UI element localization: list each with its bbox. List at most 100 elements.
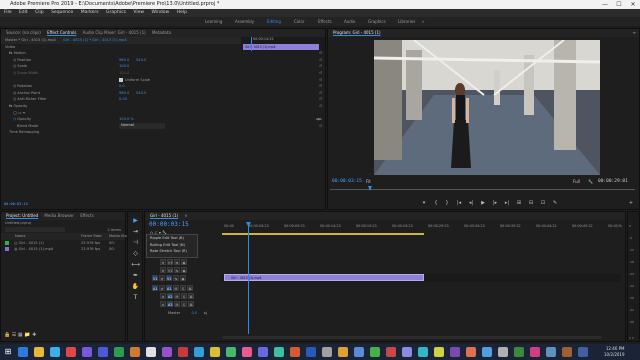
- opacity-section-row[interactable]: fx Opacity ↺: [1, 103, 325, 110]
- taskbar-app-icon[interactable]: [146, 347, 156, 357]
- reset-icon[interactable]: ↺: [319, 77, 322, 84]
- taskbar-app-icon[interactable]: [226, 347, 236, 357]
- track-lock-icon[interactable]: ⊘: [159, 275, 165, 281]
- ec-timecode[interactable]: 00:00:03:15: [4, 202, 28, 206]
- eye-icon[interactable]: ◉: [181, 259, 187, 265]
- zoom-fit-select[interactable]: Fit: [366, 179, 371, 184]
- taskbar-app-icon[interactable]: [514, 347, 524, 357]
- timeline-playhead[interactable]: [248, 222, 249, 334]
- taskbar-app-icon[interactable]: [274, 347, 284, 357]
- label-color-swatch[interactable]: [5, 240, 9, 245]
- timeline-tab[interactable]: Girl - 4015 (1): [150, 213, 178, 218]
- rectangle-mask-icon[interactable]: ▭: [18, 111, 21, 115]
- track-select-tool-icon[interactable]: ⇥: [131, 227, 140, 236]
- reset-icon[interactable]: ↺: [319, 57, 322, 64]
- anchor-x-value[interactable]: 960.0: [119, 90, 129, 97]
- track-label-a3[interactable]: A3: [167, 301, 173, 307]
- mute-button[interactable]: M: [174, 293, 180, 299]
- taskbar-app-icon[interactable]: [306, 347, 316, 357]
- motion-row[interactable]: fx Motion ↺: [1, 50, 325, 57]
- taskbar-app-icon[interactable]: [338, 347, 348, 357]
- reset-icon[interactable]: ↺: [319, 70, 322, 77]
- menu-file[interactable]: File: [4, 10, 12, 15]
- track-label-v2[interactable]: V2: [167, 267, 173, 273]
- ellipse-mask-icon[interactable]: ◯: [13, 111, 17, 115]
- workspace-assembly[interactable]: Assembly: [235, 17, 254, 26]
- taskbar-app-icon[interactable]: [530, 347, 540, 357]
- uniform-scale-checkbox[interactable]: [119, 78, 123, 82]
- timeline-timecode[interactable]: 00:00:03:15: [149, 221, 189, 228]
- track-lock-icon[interactable]: ⊘: [159, 285, 165, 291]
- taskbar-app-icon[interactable]: [98, 347, 108, 357]
- track-label-a2[interactable]: A2: [167, 293, 173, 299]
- settings-wrench-icon[interactable]: 🔧: [588, 179, 593, 184]
- solo-buttons[interactable]: S S: [629, 336, 634, 340]
- sync-lock-icon[interactable]: ⇆: [173, 275, 179, 281]
- voiceover-mic-icon[interactable]: ⌘: [188, 301, 194, 307]
- taskbar-app-icon[interactable]: [450, 347, 460, 357]
- column-frame-rate-header[interactable]: Frame Rate: [81, 233, 102, 240]
- track-lock-icon[interactable]: ⊘: [160, 293, 166, 299]
- taskbar-app-icon[interactable]: [66, 347, 76, 357]
- list-view-icon[interactable]: ☰: [12, 332, 16, 338]
- tab-effects[interactable]: Effects: [80, 213, 94, 218]
- stopwatch-icon[interactable]: ◷: [13, 97, 16, 101]
- razor-tool-icon[interactable]: ◇: [131, 249, 140, 258]
- flyout-item-rate-stretch[interactable]: Rate Stretch Tool (R): [147, 248, 197, 255]
- taskbar-app-icon[interactable]: [434, 347, 444, 357]
- hand-tool-icon[interactable]: ✋: [131, 282, 140, 291]
- sync-lock-icon[interactable]: ⇆: [174, 259, 180, 265]
- track-label-v1[interactable]: V1: [166, 275, 172, 281]
- tab-audio-clip-mixer[interactable]: Audio Clip Mixer: Girl - 4015 (1): [83, 30, 146, 35]
- taskbar-app-icon[interactable]: [498, 347, 508, 357]
- rotation-value[interactable]: 0.0: [119, 83, 125, 90]
- taskbar-app-icon[interactable]: [50, 347, 60, 357]
- taskbar-app-icon[interactable]: [386, 347, 396, 357]
- workspace-effects[interactable]: Effects: [318, 17, 332, 26]
- timeline-ruler[interactable]: 00:00 00:00:04:23 00:00:09:23 00:00:14:2…: [222, 222, 622, 232]
- taskbar-app-icon[interactable]: [482, 347, 492, 357]
- timeline-scrollbar[interactable]: [222, 336, 602, 339]
- taskbar-app-icon[interactable]: [370, 347, 380, 357]
- label-color-swatch[interactable]: [5, 247, 9, 252]
- export-frame-icon[interactable]: ⊡: [539, 199, 547, 207]
- mark-in-icon[interactable]: {: [432, 199, 440, 207]
- position-y-value[interactable]: 540.0: [136, 57, 146, 64]
- reset-icon[interactable]: ↺: [319, 83, 322, 90]
- taskbar-app-icon[interactable]: [418, 347, 428, 357]
- reset-icon[interactable]: ↺: [319, 123, 322, 130]
- reset-icon[interactable]: ↺: [319, 90, 322, 97]
- new-bin-icon[interactable]: 📁: [24, 332, 30, 338]
- voiceover-mic-icon[interactable]: ⌘: [187, 285, 193, 291]
- pen-mask-icon[interactable]: ✒: [23, 111, 26, 115]
- blend-mode-select[interactable]: Normal: [119, 123, 165, 129]
- program-scrub-bar[interactable]: [330, 189, 635, 190]
- taskbar-app-icon[interactable]: [402, 347, 412, 357]
- solo-button[interactable]: S: [181, 301, 187, 307]
- menu-clip[interactable]: Clip: [35, 10, 44, 15]
- list-item[interactable]: ▦ Girl - 4015 (1).mp4 23.976 fps 00:: [1, 246, 125, 253]
- tab-project[interactable]: Project: Untitled: [6, 213, 38, 218]
- go-to-in-icon[interactable]: |◂: [455, 199, 463, 207]
- taskbar-app-icon[interactable]: [354, 347, 364, 357]
- icon-view-icon[interactable]: ▦: [18, 332, 23, 338]
- stopwatch-icon[interactable]: ◷: [13, 58, 16, 62]
- menu-graphics[interactable]: Graphics: [106, 10, 126, 15]
- taskbar-app-icon[interactable]: [114, 347, 124, 357]
- stopwatch-icon[interactable]: ◷: [13, 91, 16, 95]
- anti-flicker-value[interactable]: 0.00: [119, 96, 127, 103]
- column-name-header[interactable]: Name: [15, 234, 26, 238]
- sync-lock-icon[interactable]: ⇆: [174, 267, 180, 273]
- selection-tool-icon[interactable]: ▶: [131, 216, 140, 225]
- timeline-clip[interactable]: Girl - 4015 (1).mp4: [224, 274, 424, 281]
- go-to-out-icon[interactable]: ▸|: [503, 199, 511, 207]
- eye-icon[interactable]: ◉: [181, 267, 187, 273]
- workspace-graphics[interactable]: Graphics: [368, 17, 386, 26]
- track-lock-icon[interactable]: ⊘: [160, 301, 166, 307]
- maximize-button[interactable]: ☐: [612, 0, 626, 9]
- taskbar-app-icon[interactable]: [322, 347, 332, 357]
- comparison-view-icon[interactable]: ✎: [551, 199, 559, 207]
- position-x-value[interactable]: 960.0: [119, 57, 129, 64]
- taskbar-app-icon[interactable]: [178, 347, 188, 357]
- extract-icon[interactable]: ⊟: [527, 199, 535, 207]
